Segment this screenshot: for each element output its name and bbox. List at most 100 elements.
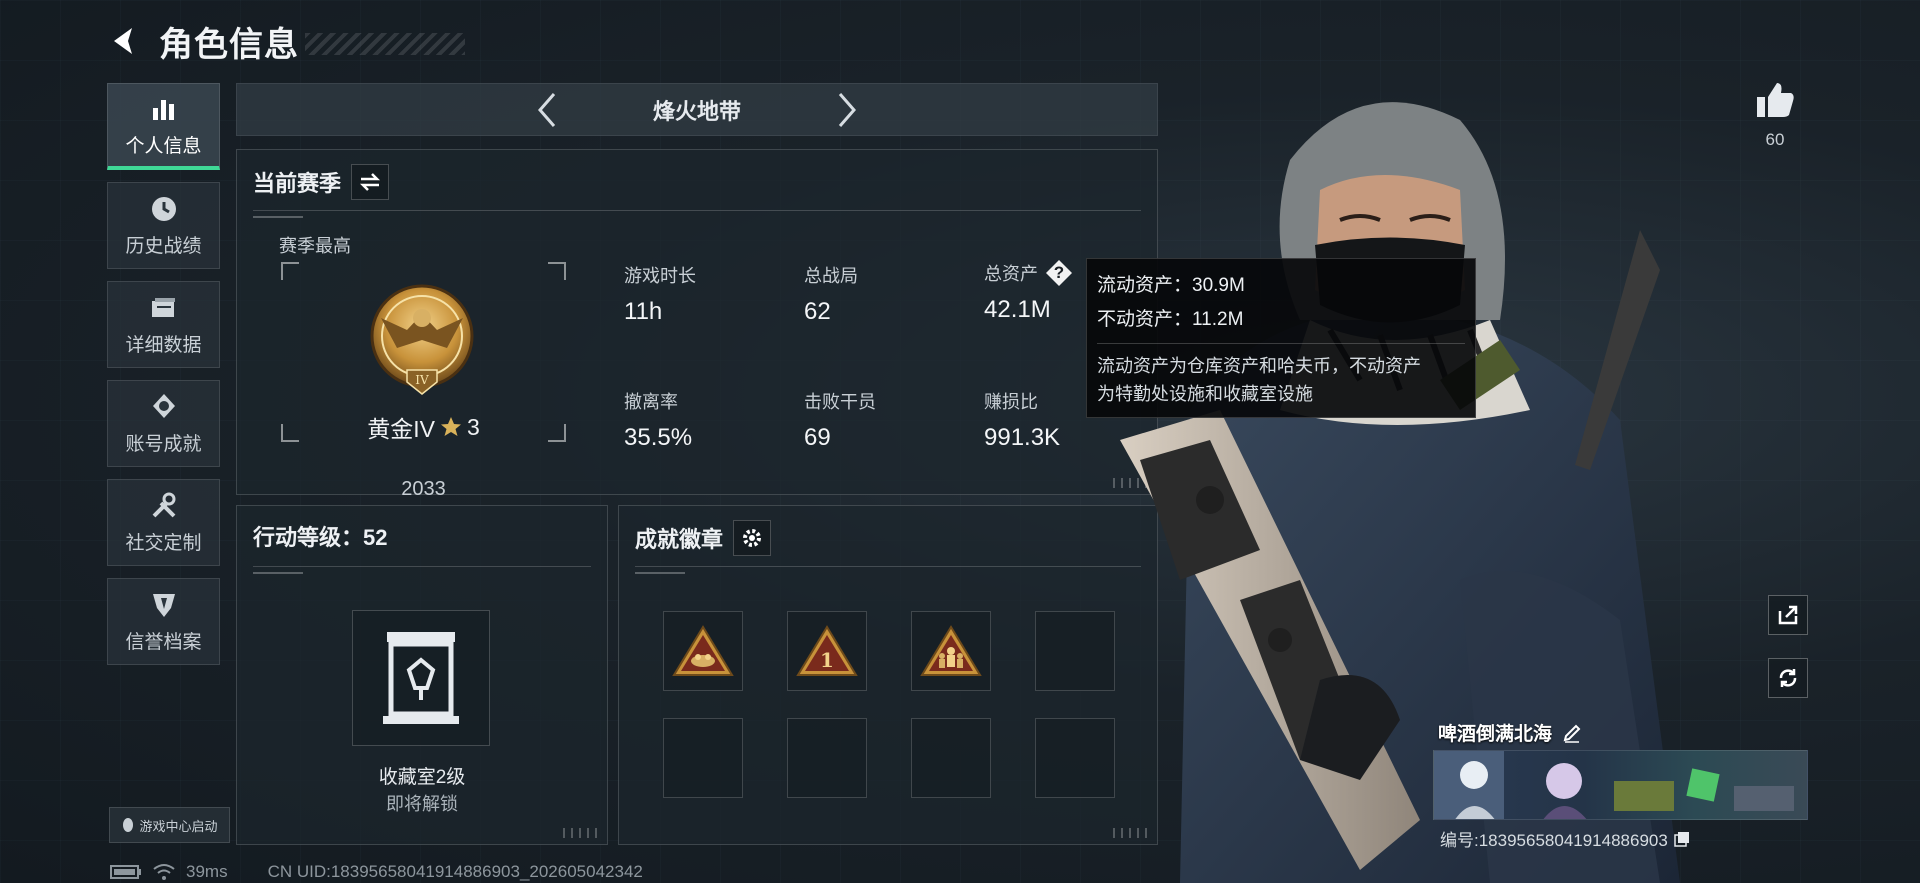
refresh-button[interactable]	[1768, 658, 1808, 698]
mode-selector: 烽火地带	[236, 83, 1158, 136]
player-banner-image[interactable]	[1433, 750, 1808, 820]
tooltip-desc-line2: 为特勤处设施和收藏室设施	[1097, 384, 1313, 404]
sidebar-item-social[interactable]: 社交定制	[107, 479, 220, 566]
badge-slot[interactable]	[663, 611, 743, 691]
battery-icon	[110, 864, 142, 880]
stat-value: 62	[804, 298, 831, 325]
chevron-right-icon	[838, 92, 856, 127]
banner-art-icon	[1434, 751, 1794, 819]
penguin-icon	[121, 817, 135, 833]
refresh-icon	[1779, 669, 1797, 687]
wifi-icon	[152, 863, 176, 881]
vault-card[interactable]	[352, 610, 490, 746]
squad-badge-icon	[920, 625, 982, 676]
like-count: 60	[1765, 130, 1785, 149]
page-header: 角色信息	[105, 16, 465, 66]
edit-name-button[interactable]	[1562, 723, 1582, 743]
stat-value: 35.5%	[624, 424, 693, 451]
game-center-launch-button[interactable]: 游戏中心启动	[109, 807, 230, 843]
badge-slot-empty[interactable]	[663, 718, 743, 798]
first-place-badge-icon: 1	[796, 625, 858, 676]
share-button[interactable]	[1768, 595, 1808, 635]
player-id-row: 编号:18395658041914886903	[1440, 826, 1690, 851]
badge-slot[interactable]: 1	[787, 611, 867, 691]
stat-playtime: 游戏时长 11h	[624, 262, 696, 326]
sidebar-item-reputation[interactable]: 信誉档案	[107, 578, 220, 665]
vault-icon	[383, 632, 459, 724]
corner-decoration	[563, 828, 597, 838]
season-switch-button[interactable]	[351, 164, 390, 200]
stat-label: 击败干员	[804, 392, 876, 412]
page-title: 角色信息	[159, 25, 299, 64]
vault-status: 即将解锁	[386, 794, 458, 814]
sidebar-item-achievements[interactable]: 账号成就	[107, 380, 220, 467]
stat-label: 赚损比	[984, 392, 1038, 412]
rank-score: 2033	[401, 478, 446, 500]
stat-extract-rate: 撤离率 35.5%	[624, 388, 692, 452]
sidebar-item-history[interactable]: 历史战绩	[107, 182, 220, 269]
sidebar-item-label: 账号成就	[125, 434, 202, 455]
medal-icon	[148, 391, 180, 423]
badge-slot[interactable]	[911, 611, 991, 691]
gold-rank-badge-icon: IV	[370, 284, 474, 395]
launch-label: 游戏中心启动	[139, 818, 218, 834]
player-name: 啤酒倒满北海	[1438, 724, 1553, 745]
back-arrow-icon	[114, 28, 132, 54]
season-panel: 当前赛季 赛季最高 IV 黄金IV 3 2033 游戏时长 11h 总战局 62…	[236, 149, 1158, 500]
sidebar-item-details[interactable]: 详细数据	[107, 281, 220, 368]
divider-accent	[253, 572, 303, 574]
stat-kills: 击败干员 69	[804, 388, 876, 452]
stat-label: 撤离率	[624, 392, 678, 412]
stat-value: 991.3K	[984, 424, 1061, 451]
bar-chart-icon	[148, 93, 180, 125]
back-button[interactable]	[105, 21, 145, 61]
badge-slot-empty[interactable]	[787, 718, 867, 798]
thumbs-up-icon	[1757, 83, 1794, 117]
divider-accent	[635, 572, 685, 574]
sidebar-item-label: 信誉档案	[125, 632, 202, 653]
asset-tooltip: 流动资产：30.9M 不动资产：11.2M 流动资产为仓库资产和哈夫币，不动资产…	[1086, 258, 1476, 418]
sidebar-item-label: 历史战绩	[125, 236, 202, 257]
uid-text: CN UID:18395658041914886903_202605042342	[267, 862, 643, 881]
stat-label-row: 总资产 ?	[984, 260, 1072, 286]
mode-prev-button[interactable]	[527, 88, 567, 132]
copy-icon	[1674, 831, 1689, 847]
stat-profit-ratio: 赚损比 991.3K	[984, 388, 1060, 452]
sidebar-item-label: 社交定制	[125, 533, 202, 554]
rank-tier: 黄金IV	[367, 416, 435, 442]
divider-accent	[253, 216, 303, 218]
action-level-panel: 行动等级：52 收藏室2级 即将解锁	[236, 505, 608, 845]
chevron-left-icon	[538, 92, 556, 127]
badge-settings-button[interactable]	[733, 520, 772, 556]
shield-icon	[148, 589, 180, 621]
swap-icon	[359, 173, 381, 191]
svg-text:1: 1	[820, 648, 834, 672]
stat-value: 42.1M	[984, 296, 1051, 323]
divider	[253, 566, 591, 567]
mode-next-button[interactable]	[827, 88, 867, 132]
badge-slot-empty[interactable]	[911, 718, 991, 798]
vault-name: 收藏室2级	[378, 767, 466, 788]
divider	[253, 210, 1141, 211]
stat-label: 游戏时长	[624, 266, 696, 286]
stat-label: 总资产	[984, 264, 1038, 284]
stat-matches: 总战局 62	[804, 262, 858, 326]
clock-icon	[148, 193, 180, 225]
stat-value: 11h	[624, 298, 663, 325]
season-title: 当前赛季	[253, 171, 342, 196]
ping-value: 39ms	[186, 862, 228, 881]
action-level-title: 行动等级：52	[253, 525, 388, 550]
like-button[interactable]	[1753, 78, 1797, 122]
tooltip-divider	[1097, 343, 1465, 344]
star-icon	[440, 417, 461, 436]
sidebar-item-label: 详细数据	[125, 335, 202, 356]
rank-stars: 3	[466, 413, 480, 440]
svg-text:IV: IV	[415, 373, 429, 387]
title-decoration	[305, 33, 465, 55]
sidebar-item-personal-info[interactable]: 个人信息	[107, 83, 220, 170]
stat-label: 总战局	[804, 266, 858, 286]
tooltip-liquid-assets: 流动资产：30.9M	[1097, 275, 1245, 296]
copy-id-button[interactable]	[1674, 831, 1690, 847]
pencil-icon	[1563, 724, 1581, 743]
season-best-label: 赛季最高	[279, 236, 351, 256]
